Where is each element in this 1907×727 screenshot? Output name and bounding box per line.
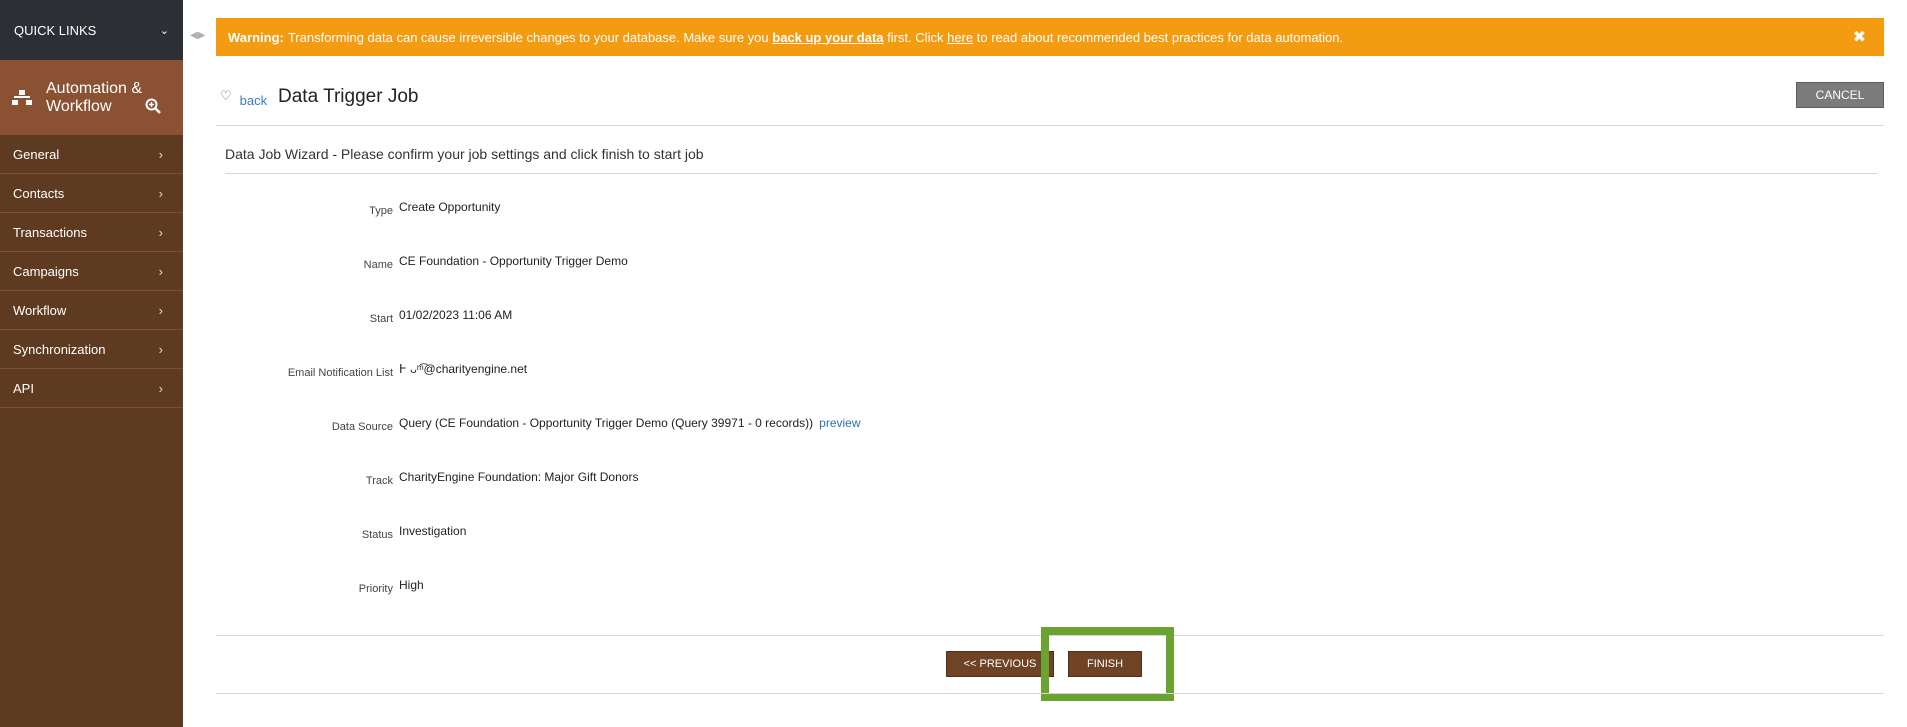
sidebar: QUICK LINKS ⌄ Automation & Workflow Gene… [0,0,183,727]
field-start: Start 01/02/2023 11:06 AM [216,308,1316,328]
chevron-right-icon: › [158,380,163,396]
warning-banner: Warning: Transforming data can cause irr… [216,18,1884,56]
field-value: Create Opportunity [399,200,501,214]
sidebar-item-label: Campaigns [13,263,79,279]
page-title: Data Trigger Job [278,86,419,107]
field-value: 01/02/2023 11:06 AM [399,308,513,322]
divider [216,693,1884,694]
wizard-heading: Data Job Wizard - Please confirm your jo… [225,134,1877,174]
field-type: Type Create Opportunity [216,200,1316,220]
zoom-in-icon[interactable] [145,98,161,114]
sidebar-item-label: Transactions [13,224,87,240]
field-label: Name [363,259,393,271]
chevron-right-icon: › [158,146,163,162]
field-value-wrap: Query (CE Foundation - Opportunity Trigg… [399,416,861,430]
sidebar-item-synchronization[interactable]: Synchronization › [0,330,183,369]
chevron-down-icon: ⌄ [159,24,169,37]
field-label: Status [361,529,393,541]
chevron-right-icon: › [158,185,163,201]
sidebar-item-api[interactable]: API › [0,369,183,408]
quick-links-toggle[interactable]: QUICK LINKS ⌄ [0,0,183,60]
back-label: back [239,92,268,108]
field-priority: Priority High [216,578,1316,598]
chevron-right-icon: › [158,224,163,240]
field-value: CharityEngine Foundation: Major Gift Don… [399,470,639,484]
field-label: Priority [358,583,393,595]
sidebar-item-workflow[interactable]: Workflow › [0,291,183,330]
quick-links-label: QUICK LINKS [14,22,97,38]
cancel-button[interactable]: CANCEL [1796,82,1884,108]
field-label: Data Source [331,421,393,433]
sidebar-collapse-handle[interactable]: ◀▶ [190,30,205,41]
field-value: CE Foundation - Opportunity Trigger Demo [399,254,628,268]
sidebar-item-label: API [13,380,34,396]
sitemap-icon [12,89,32,106]
warning-label: Warning: [228,29,284,45]
backup-link[interactable]: back up your data [772,30,883,45]
field-track: Track CharityEngine Foundation: Major Gi… [216,470,1316,490]
field-label: Type [369,205,393,217]
preview-link[interactable]: preview [819,416,860,430]
previous-button[interactable]: << PREVIOUS [946,651,1054,677]
heart-icon[interactable]: ♡ [220,88,232,104]
page-header: ♡ back Data Trigger Job CANCEL [216,82,1884,126]
field-value: Ͱ ᴗ ͫ͡ @charityengine.net [399,362,528,376]
warning-text: to read about recommended best practices… [976,29,1344,45]
close-icon[interactable]: ✖ [1853,27,1866,47]
sidebar-item-label: Synchronization [13,341,106,357]
module-header: Automation & Workflow [0,60,183,135]
field-status: Status Investigation [216,524,1316,544]
sidebar-item-transactions[interactable]: Transactions › [0,213,183,252]
sidebar-item-label: Workflow [13,302,67,318]
back-link[interactable]: ♡ back [220,88,268,108]
field-label: Start [369,313,393,325]
field-data-source: Data Source Query (CE Foundation - Oppor… [216,416,1316,436]
sidebar-item-label: Contacts [13,185,65,201]
chevron-right-icon: › [158,263,163,279]
sidebar-item-label: General [13,146,60,162]
warning-text: first. Click [887,29,944,45]
warning-text: Transforming data can cause irreversible… [287,29,769,45]
sidebar-item-contacts[interactable]: Contacts › [0,174,183,213]
field-email-notification-list: Email Notification List Ͱ ᴗ ͫ͡ @charitye… [216,362,1316,382]
field-value: High [399,578,424,592]
chevron-right-icon: › [158,341,163,357]
field-value: Query (CE Foundation - Opportunity Trigg… [399,416,814,430]
field-label: Email Notification List [287,367,393,379]
here-link[interactable]: here [947,30,973,45]
field-value: Investigation [399,524,467,538]
sidebar-item-campaigns[interactable]: Campaigns › [0,252,183,291]
finish-button[interactable]: FINISH [1068,651,1142,677]
divider [216,635,1884,636]
field-label: Track [365,475,393,487]
field-name: Name CE Foundation - Opportunity Trigger… [216,254,1316,274]
module-title: Automation & Workflow [46,79,143,115]
main-content: Warning: Transforming data can cause irr… [216,0,1884,727]
chevron-right-icon: › [158,302,163,318]
sidebar-item-general[interactable]: General › [0,135,183,174]
